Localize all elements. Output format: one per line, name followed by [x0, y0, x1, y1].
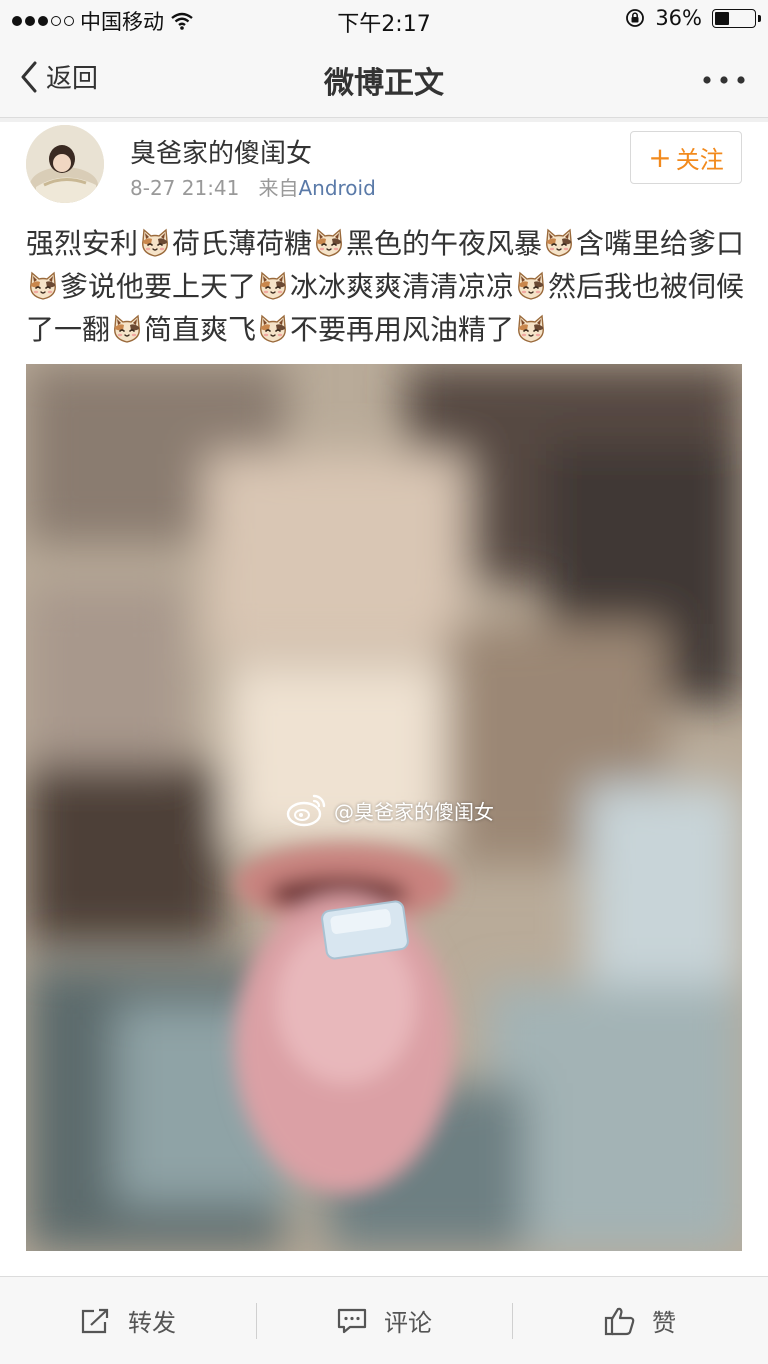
cat-face-emoji-icon — [543, 227, 575, 259]
avatar[interactable] — [26, 125, 104, 203]
cat-face-emoji-icon — [257, 313, 289, 345]
watermark-text: @臭爸家的傻闺女 — [334, 799, 494, 824]
post-image[interactable]: @臭爸家的傻闺女 — [26, 364, 742, 1251]
nav-bar: 返回 微博正文 — [0, 40, 768, 118]
status-bar: 中国移动 下午2:17 36% — [0, 0, 768, 40]
more-dots-icon[interactable] — [702, 62, 746, 92]
cat-face-emoji-icon — [313, 227, 345, 259]
post-source[interactable]: Android — [298, 176, 375, 200]
cat-face-emoji-icon — [515, 313, 547, 345]
post-text-segment: 强烈安利 — [26, 227, 139, 260]
author-name[interactable]: 臭爸家的傻闺女 — [130, 133, 312, 170]
post-text-segment: 简直爽飞 — [144, 313, 257, 346]
bottom-toolbar: 转发 评论 赞 — [0, 1276, 768, 1364]
comment-icon — [337, 1308, 367, 1333]
plus-icon: + — [648, 141, 672, 174]
post-text-segment: 爹说他要上天了 — [60, 270, 257, 303]
post-text: 强烈安利 荷氏薄荷糖 黑色的午夜风暴 含嘴里给爹口爹说他要上天了 冰冰爽爽清清凉凉 然后我… — [26, 222, 746, 351]
post-date: 8-27 21:41 — [130, 176, 240, 200]
divider — [0, 118, 768, 122]
status-bar-right: 36% — [625, 6, 761, 30]
repost-icon — [81, 1308, 109, 1333]
thumbs-up-icon — [604, 1307, 635, 1335]
cat-face-emoji-icon — [139, 227, 171, 259]
post-meta: 8-27 21:41 来自Android — [130, 172, 376, 201]
cat-face-emoji-icon — [257, 270, 289, 302]
repost-button[interactable]: 转发 — [0, 1277, 256, 1364]
post-text-segment: 含嘴里给爹口 — [576, 227, 745, 260]
image-watermark: @臭爸家的傻闺女 — [286, 792, 494, 828]
source-prefix: 来自 — [258, 176, 299, 200]
repost-label: 转发 — [128, 1309, 176, 1337]
battery-percent: 36% — [655, 6, 702, 30]
weibo-logo-icon — [286, 794, 326, 827]
follow-label: 关注 — [675, 146, 724, 174]
cat-face-emoji-icon — [111, 313, 143, 345]
post-text-segment: 黑色的午夜风暴 — [346, 227, 543, 260]
follow-button[interactable]: + 关注 — [630, 131, 742, 184]
battery-icon — [712, 8, 761, 28]
post-text-segment: 不要再用风油精了 — [290, 313, 515, 346]
battery-fill — [715, 11, 729, 25]
comment-button[interactable]: 评论 — [256, 1277, 512, 1364]
like-button[interactable]: 赞 — [512, 1277, 768, 1364]
comment-label: 评论 — [384, 1309, 432, 1337]
cat-face-emoji-icon — [515, 270, 547, 302]
post-text-segment: 冰冰爽爽清清凉凉 — [290, 270, 515, 303]
like-label: 赞 — [652, 1309, 676, 1337]
cat-face-emoji-icon — [27, 270, 59, 302]
post-text-segment: 荷氏薄荷糖 — [172, 227, 313, 260]
orientation-lock-icon — [626, 9, 645, 27]
page-title: 微博正文 — [324, 66, 444, 101]
